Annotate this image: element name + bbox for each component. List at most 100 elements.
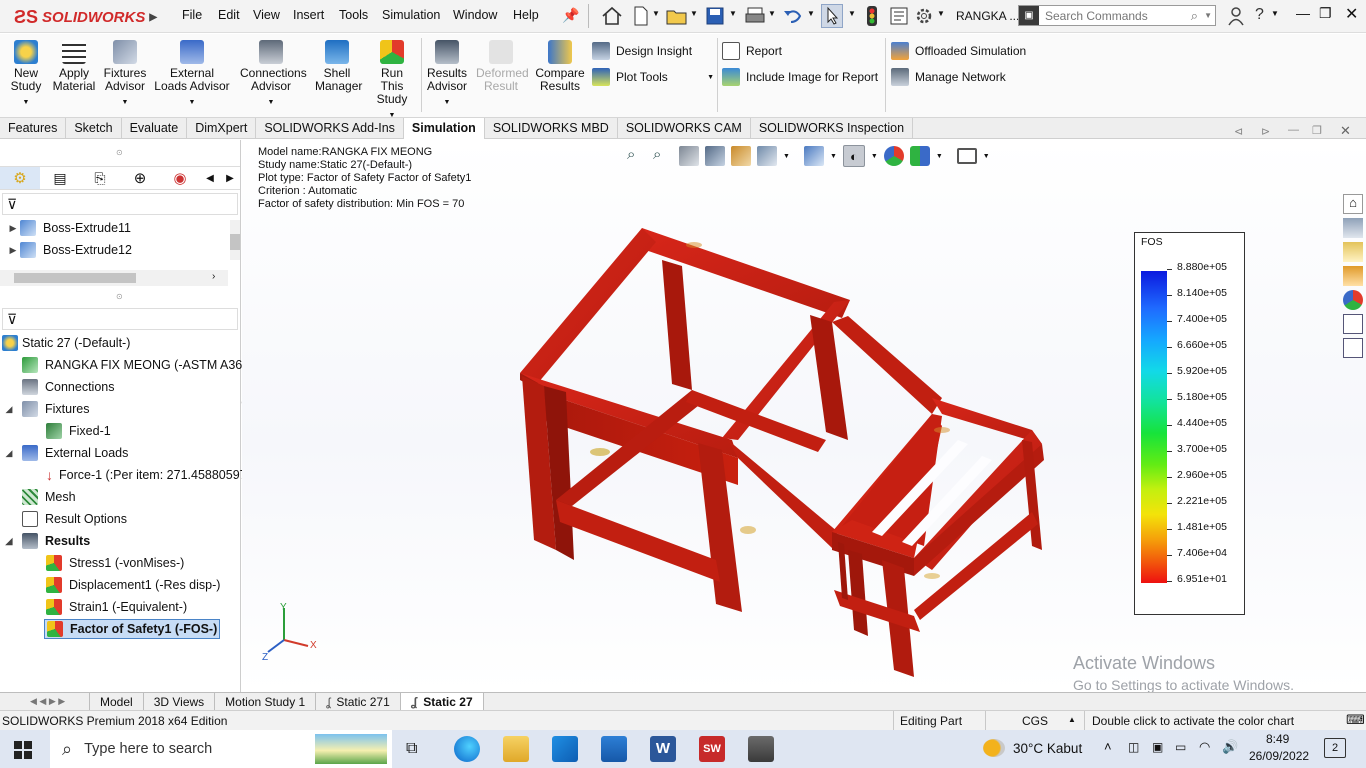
bottom-tab-model[interactable]: Model — [90, 693, 144, 710]
new-study-button[interactable]: New Study ▼ — [6, 40, 46, 109]
tree-item-fixtures[interactable]: ◢ Fixtures — [2, 398, 89, 420]
doc-restore-icon[interactable]: ❐ — [1312, 124, 1322, 137]
tab-scroll-left-icon[interactable]: ◀ — [200, 167, 220, 189]
solidworks-taskbar-icon[interactable]: SW — [699, 736, 725, 762]
undo-icon[interactable] — [783, 6, 803, 26]
bottom-tab-static-271[interactable]: ʆ Static 271 — [316, 693, 401, 710]
view-settings-icon[interactable] — [956, 148, 977, 164]
menu-file[interactable]: File — [182, 8, 202, 22]
chevron-down-icon[interactable]: ▼ — [102, 96, 148, 109]
calculator-icon[interactable] — [748, 736, 774, 762]
notifications-icon[interactable]: 2 — [1324, 738, 1346, 758]
task-view-icon[interactable]: ⧉ — [406, 740, 417, 758]
expand-icon[interactable]: ▶ — [6, 223, 20, 234]
appearances-icon[interactable] — [1343, 290, 1363, 310]
dynamic-annotation-icon[interactable] — [731, 146, 751, 166]
tab-features[interactable]: Features — [0, 118, 67, 139]
solidworks-logo[interactable]: ƧS SOLIDWORKS ▶ — [14, 5, 157, 29]
tab-scroll-controls[interactable]: ◀ ◀ ▶ ▶ — [0, 693, 90, 710]
doc-close-icon[interactable]: ✕ — [1340, 123, 1351, 139]
zoom-to-fit-icon[interactable]: ⌕ — [627, 146, 647, 166]
mail-icon[interactable] — [601, 736, 627, 762]
tab-scroll-right-icon[interactable]: ▶ — [220, 167, 240, 189]
tab-dimxpert[interactable]: DimXpert — [187, 118, 257, 139]
chevron-down-icon[interactable]: ▼ — [690, 9, 698, 18]
section-view-icon[interactable] — [705, 146, 725, 166]
configuration-manager-icon[interactable]: ⎘ — [80, 167, 120, 189]
bottom-tab-static-27[interactable]: ʆ Static 27 — [400, 693, 484, 710]
chevron-down-icon[interactable]: ▼ — [936, 153, 943, 160]
menu-window[interactable]: Window — [453, 8, 497, 22]
tab-inspection[interactable]: SOLIDWORKS Inspection — [751, 118, 914, 139]
design-insight-button[interactable]: Design Insight — [592, 42, 692, 60]
menu-insert[interactable]: Insert — [293, 8, 324, 22]
wifi-icon[interactable]: ◠ — [1199, 739, 1210, 755]
display-style-icon[interactable] — [803, 146, 824, 166]
chevron-down-icon[interactable]: ▼ — [652, 9, 660, 18]
bottom-tab-motion-study-1[interactable]: Motion Study 1 — [215, 693, 317, 710]
zoom-to-area-icon[interactable]: ⌕ — [653, 146, 673, 166]
chevron-down-icon[interactable]: ▼ — [424, 96, 470, 109]
prev-window-icon[interactable]: ⊲ — [1234, 125, 1243, 138]
tree-item-strain1[interactable]: Strain1 (-Equivalent-) — [46, 596, 187, 618]
close-icon[interactable]: ✕ — [1345, 4, 1358, 24]
tree-item-part[interactable]: RANGKA FIX MEONG (-ASTM A36 St — [22, 354, 258, 376]
new-document-icon[interactable] — [632, 6, 650, 26]
tree-item-boss-extrude11[interactable]: ▶ Boss-Extrude11 — [6, 217, 131, 239]
view-orientation-icon[interactable] — [757, 146, 777, 166]
bottom-tab-3d-views[interactable]: 3D Views — [144, 693, 216, 710]
tab-evaluate[interactable]: Evaluate — [122, 118, 188, 139]
tree-item-boss-extrude12[interactable]: ▶ Boss-Extrude12 — [6, 239, 132, 261]
tree-item-results[interactable]: ◢ Results — [2, 530, 90, 552]
menu-view[interactable]: View — [253, 8, 280, 22]
menu-simulation[interactable]: Simulation — [382, 8, 440, 22]
results-advisor-button[interactable]: Results Advisor ▼ — [424, 40, 470, 109]
tab-simulation[interactable]: Simulation — [403, 118, 485, 139]
minimize-icon[interactable]: — — [1296, 5, 1310, 21]
options-gear-icon[interactable] — [914, 6, 934, 26]
help-icon[interactable]: ? — [1255, 6, 1264, 24]
save-icon[interactable] — [705, 6, 725, 26]
filter-box-top[interactable]: ⊽ — [2, 193, 238, 215]
file-properties-icon[interactable] — [889, 6, 909, 26]
forum-icon[interactable] — [1343, 338, 1363, 358]
compare-results-button[interactable]: Compare Results — [534, 40, 586, 93]
volume-icon[interactable]: 🔊 — [1222, 739, 1238, 755]
open-folder-icon[interactable] — [666, 6, 688, 26]
tree-item-study[interactable]: Static 27 (-Default-) — [2, 332, 130, 354]
manage-network-button[interactable]: Manage Network — [891, 68, 1006, 86]
logo-arrow-icon[interactable]: ▶ — [149, 12, 157, 23]
property-manager-icon[interactable]: ▤ — [40, 167, 80, 189]
tray-icon-2[interactable]: ▣ — [1152, 740, 1163, 754]
print-icon[interactable] — [744, 6, 766, 26]
tab-cam[interactable]: SOLIDWORKS CAM — [618, 118, 751, 139]
connections-advisor-button[interactable]: Connections Advisor ▼ — [238, 40, 307, 109]
weather-text[interactable]: 30°C Kabut — [1013, 741, 1082, 756]
chevron-down-icon[interactable]: ▼ — [937, 9, 945, 18]
fos-result-model[interactable] — [512, 225, 1052, 685]
tree-item-fixed-1[interactable]: Fixed-1 — [46, 420, 111, 442]
chevron-down-icon[interactable]: ▼ — [807, 9, 815, 18]
word-icon[interactable]: W — [650, 736, 676, 762]
weather-icon[interactable] — [983, 739, 1005, 757]
apply-material-button[interactable]: Apply Material — [50, 40, 98, 93]
display-manager-icon[interactable]: ◉ — [160, 167, 200, 189]
selected-tree-item[interactable]: Factor of Safety1 (-FOS-) — [44, 619, 221, 639]
file-explorer-icon[interactable] — [1343, 242, 1363, 262]
dimxpert-manager-icon[interactable]: ⊕ — [120, 167, 160, 189]
filter-box-bottom[interactable]: ⊽ — [2, 308, 238, 330]
scroll-right-icon[interactable]: › — [212, 271, 215, 282]
show-hidden-icons-icon[interactable]: ˄ — [1104, 739, 1112, 754]
home-icon[interactable] — [601, 6, 623, 26]
scrollbar-thumb[interactable] — [230, 234, 240, 250]
search-icon[interactable]: ⌕ — [1191, 8, 1198, 24]
tree-item-mesh[interactable]: Mesh — [22, 486, 76, 508]
tree-item-connections[interactable]: Connections — [22, 376, 115, 398]
splitter-grip[interactable]: ⊙ — [116, 292, 123, 301]
deformed-result-button[interactable]: Deformed Result — [474, 40, 529, 93]
previous-view-icon[interactable] — [679, 146, 699, 166]
custom-properties-icon[interactable] — [1343, 314, 1363, 334]
chevron-down-icon[interactable]: ▼ — [6, 96, 46, 109]
menu-tools[interactable]: Tools — [339, 8, 368, 22]
fixtures-advisor-button[interactable]: Fixtures Advisor ▼ — [102, 40, 148, 109]
